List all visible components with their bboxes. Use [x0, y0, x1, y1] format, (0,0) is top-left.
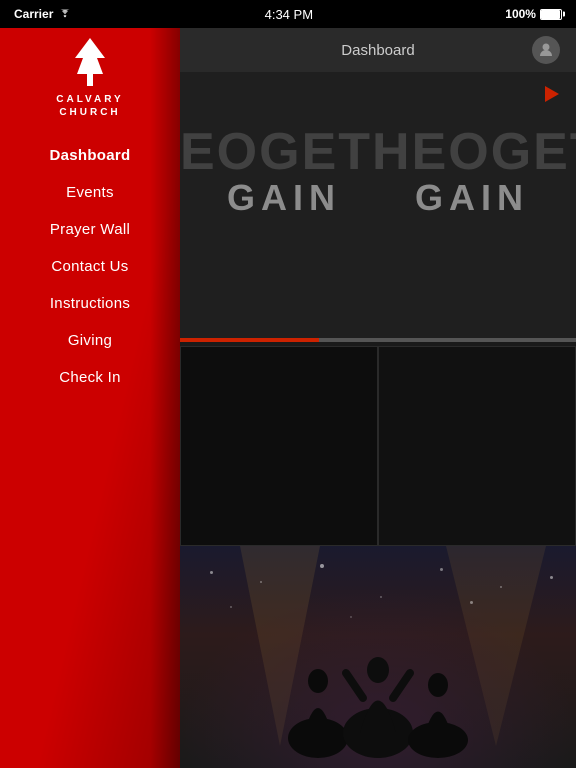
sidebar-item-check-in[interactable]: Check In: [0, 359, 180, 396]
hero-bg-text: EOGETHEOGETHEO: [180, 122, 576, 182]
sidebar-item-instructions[interactable]: Instructions: [0, 285, 180, 322]
status-time: 4:34 PM: [265, 7, 313, 22]
video-progress-bar[interactable]: [180, 338, 576, 342]
battery-label: 100%: [505, 7, 536, 21]
thumbnail-1[interactable]: [180, 346, 378, 546]
battery-icon: [540, 9, 562, 20]
calvary-logo-icon: [65, 36, 115, 91]
people-silhouette: [238, 618, 518, 758]
video-progress-fill: [180, 338, 319, 342]
hero-gain-row: GAIN GAIN: [180, 177, 576, 219]
wifi-icon: [58, 9, 72, 19]
status-left: Carrier: [14, 7, 72, 21]
status-right: 100%: [505, 7, 562, 21]
logo-text: CALVARY CHURCH: [56, 93, 123, 119]
play-button[interactable]: [538, 80, 566, 108]
logo-area: CALVARY CHURCH: [56, 36, 123, 119]
sidebar-item-dashboard[interactable]: Dashboard: [0, 137, 180, 174]
thumbnail-2[interactable]: [378, 346, 576, 546]
main-content: EOGETHEOGETHEO GAIN GAIN: [180, 28, 576, 768]
sidebar: CALVARY CHURCH Dashboard Events Prayer W…: [0, 0, 180, 768]
content-area: EOGETHEOGETHEO GAIN GAIN: [180, 72, 576, 768]
thumbnail-grid: [180, 346, 576, 546]
hero-bg-text-row: EOGETHEOGETHEO: [180, 122, 576, 182]
page-title: Dashboard: [224, 42, 532, 59]
sidebar-item-prayer-wall[interactable]: Prayer Wall: [0, 211, 180, 248]
user-avatar[interactable]: [532, 36, 560, 64]
status-bar: Carrier 4:34 PM 100%: [0, 0, 576, 28]
hero-gain-text-2: GAIN: [415, 177, 529, 219]
bottom-photo: [180, 546, 576, 768]
carrier-label: Carrier: [14, 7, 53, 21]
nav-menu: Dashboard Events Prayer Wall Contact Us …: [0, 137, 180, 396]
play-icon: [545, 86, 559, 102]
sidebar-item-contact-us[interactable]: Contact Us: [0, 248, 180, 285]
sidebar-item-events[interactable]: Events: [0, 174, 180, 211]
user-icon: [538, 42, 554, 58]
hero-banner: EOGETHEOGETHEO GAIN GAIN: [180, 72, 576, 342]
sidebar-item-giving[interactable]: Giving: [0, 322, 180, 359]
header-bar: Dashboard: [180, 28, 576, 72]
hero-gain-text-1: GAIN: [227, 177, 341, 219]
